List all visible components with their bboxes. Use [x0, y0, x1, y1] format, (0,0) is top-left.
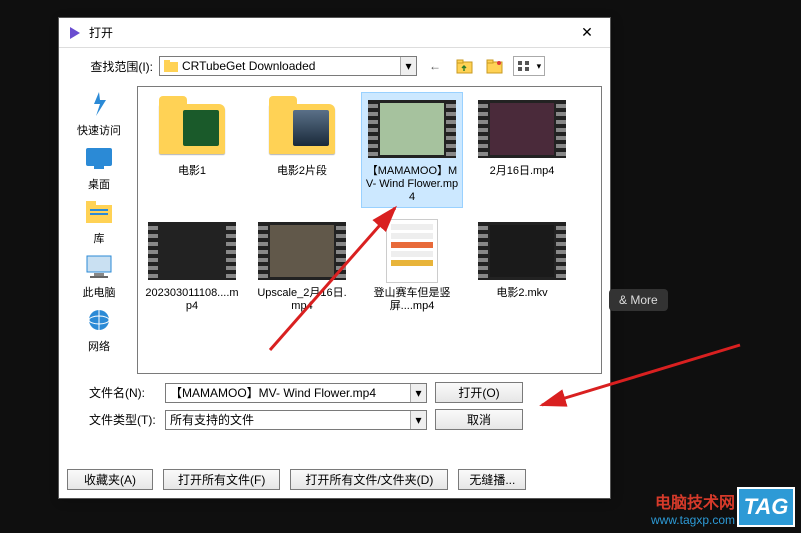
app-thumb — [386, 219, 438, 283]
lookup-combo[interactable]: CRTubeGet Downloaded ▾ — [159, 56, 417, 76]
up-folder-button[interactable] — [453, 56, 477, 76]
back-button[interactable]: ← — [423, 56, 447, 76]
place-desktop[interactable]: 桌面 — [82, 142, 116, 192]
filetype-value: 所有支持的文件 — [170, 411, 254, 428]
file-name: 登山赛车但是竖屏....mp4 — [364, 287, 460, 313]
filename-value: 【MAMAMOO】MV- Wind Flower.mp4 — [170, 384, 376, 401]
watermark-text-2: www.tagxp.com — [651, 513, 735, 527]
filename-combo[interactable]: 【MAMAMOO】MV- Wind Flower.mp4 ▾ — [165, 383, 427, 403]
lookup-row: 查找范围(I): CRTubeGet Downloaded ▾ ← ▾ — [67, 56, 602, 76]
file-name: 202303011108....mp4 — [144, 287, 240, 313]
seamless-play-button[interactable]: 无缝播... — [458, 469, 526, 490]
lookup-value: CRTubeGet Downloaded — [182, 59, 315, 73]
titlebar: 打开 ✕ — [59, 18, 610, 48]
filetype-dropdown-arrow[interactable]: ▾ — [410, 411, 426, 429]
file-item[interactable]: 电影1 — [142, 93, 242, 207]
file-pane[interactable]: 电影1 电影2片段 【MAMAMOO】MV- Wind Flower.mp4 2月16… — [137, 86, 602, 374]
file-item[interactable]: 202303011108....mp4 — [142, 215, 242, 315]
file-name: 电影1 — [178, 165, 206, 178]
folder-icon — [164, 60, 178, 72]
place-label: 桌面 — [88, 176, 110, 192]
network-icon — [82, 304, 116, 336]
place-label: 快速访问 — [77, 122, 121, 138]
place-network[interactable]: 网络 — [82, 304, 116, 354]
file-item[interactable]: 2月16日.mp4 — [472, 93, 572, 207]
file-item[interactable]: 【MAMAMOO】MV- Wind Flower.mp4 — [362, 93, 462, 207]
view-menu-arrow: ▾ — [537, 61, 542, 72]
place-library[interactable]: 库 — [82, 196, 116, 246]
file-item[interactable]: 电影2.mkv — [472, 215, 572, 315]
folder-icon — [159, 104, 225, 154]
video-thumb — [258, 222, 346, 280]
open-file-dialog: 打开 ✕ 查找范围(I): CRTubeGet Downloaded ▾ ← ▾ — [58, 17, 611, 499]
lookup-dropdown-arrow[interactable]: ▾ — [400, 57, 416, 75]
library-icon — [82, 196, 116, 228]
video-thumb — [148, 222, 236, 280]
view-menu-button[interactable]: ▾ — [513, 56, 545, 76]
file-item[interactable]: 登山赛车但是竖屏....mp4 — [362, 215, 462, 315]
open-all-files-button[interactable]: 打开所有文件(F) — [163, 469, 280, 490]
filename-label: 文件名(N): — [69, 384, 157, 401]
filetype-label: 文件类型(T): — [69, 411, 157, 428]
file-name: 【MAMAMOO】MV- Wind Flower.mp4 — [364, 165, 460, 205]
watermark: 电脑技术网 www.tagxp.com TAG — [651, 487, 795, 527]
place-quick[interactable]: 快速访问 — [77, 88, 121, 138]
file-item[interactable]: Upscale_2月16日.mp4 — [252, 215, 352, 315]
open-all-folders-button[interactable]: 打开所有文件/文件夹(D) — [290, 469, 448, 490]
file-name: 电影2片段 — [277, 165, 327, 178]
video-thumb — [478, 100, 566, 158]
file-name: 电影2.mkv — [496, 287, 547, 300]
close-button[interactable]: ✕ — [568, 21, 606, 45]
place-label: 网络 — [88, 338, 110, 354]
dialog-body: 查找范围(I): CRTubeGet Downloaded ▾ ← ▾ 快速访 — [59, 48, 610, 432]
file-items: 电影1 电影2片段 【MAMAMOO】MV- Wind Flower.mp4 2月16… — [142, 93, 597, 315]
bottom-controls: 文件名(N): 【MAMAMOO】MV- Wind Flower.mp4 ▾ 打… — [67, 382, 602, 430]
video-thumb — [478, 222, 566, 280]
file-item[interactable]: 电影2片段 — [252, 93, 352, 207]
place-label: 库 — [94, 230, 105, 246]
file-name: 2月16日.mp4 — [490, 165, 555, 178]
open-button[interactable]: 打开(O) — [435, 382, 523, 403]
footer-buttons: 收藏夹(A) 打开所有文件(F) 打开所有文件/文件夹(D) 无缝播... — [67, 469, 602, 490]
favorites-button[interactable]: 收藏夹(A) — [67, 469, 153, 490]
places-bar: 快速访问桌面库此电脑网络 — [67, 86, 131, 374]
new-folder-button[interactable] — [483, 56, 507, 76]
place-pc[interactable]: 此电脑 — [82, 250, 116, 300]
filename-dropdown-arrow[interactable]: ▾ — [410, 384, 426, 402]
quick-icon — [82, 88, 116, 120]
watermark-text-1: 电脑技术网 — [655, 489, 735, 513]
filetype-combo[interactable]: 所有支持的文件 ▾ — [165, 410, 427, 430]
place-label: 此电脑 — [83, 284, 116, 300]
watermark-badge: TAG — [737, 487, 795, 527]
dialog-title: 打开 — [89, 24, 568, 41]
app-icon — [67, 25, 83, 41]
cancel-button[interactable]: 取消 — [435, 409, 523, 430]
more-badge: & More — [609, 289, 668, 311]
lookup-label: 查找范围(I): — [67, 58, 153, 75]
video-thumb — [368, 100, 456, 158]
pc-icon — [82, 250, 116, 282]
desktop-icon — [82, 142, 116, 174]
content-area: 快速访问桌面库此电脑网络 电影1 电影2片段 【MAMAMOO】MV- Wind F… — [67, 86, 602, 374]
file-name: Upscale_2月16日.mp4 — [254, 287, 350, 313]
folder-icon — [269, 104, 335, 154]
